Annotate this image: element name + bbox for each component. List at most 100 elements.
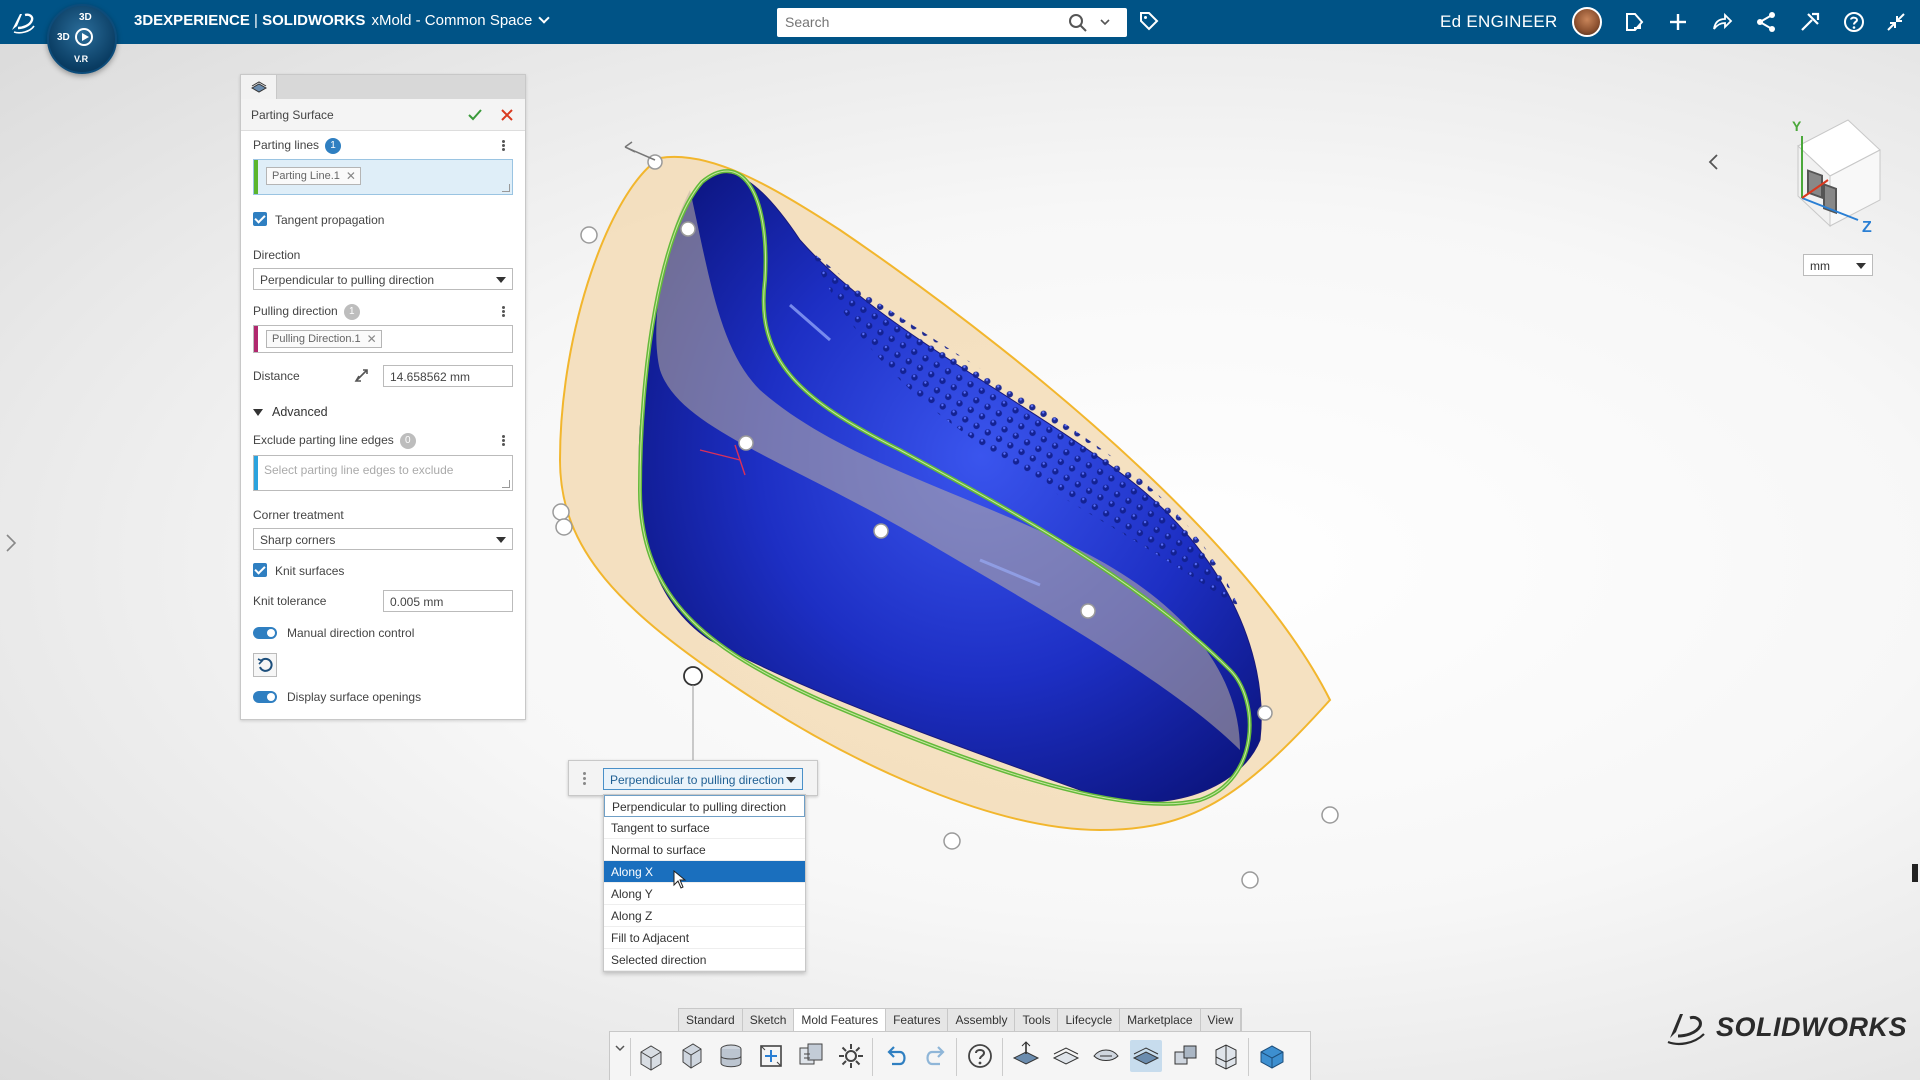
- chevron-down-icon[interactable]: [538, 12, 551, 24]
- manual-direction-toggle[interactable]: [253, 627, 277, 639]
- compass-widget[interactable]: 3D 3D V.R: [47, 4, 117, 74]
- tab-standard[interactable]: Standard: [679, 1009, 743, 1032]
- core-icon[interactable]: [1170, 1040, 1202, 1072]
- tab-assembly[interactable]: Assembly: [948, 1009, 1016, 1032]
- flip-direction-icon[interactable]: [353, 367, 371, 385]
- parting-lines-selection-box[interactable]: Parting Line.1 ✕: [253, 159, 513, 195]
- handle[interactable]: [738, 435, 754, 451]
- cancel-close-icon[interactable]: [499, 107, 515, 123]
- knit-surfaces-checkbox[interactable]: [253, 563, 267, 577]
- mold-block-icon[interactable]: [1210, 1040, 1242, 1072]
- display-openings-toggle[interactable]: [253, 691, 277, 703]
- tab-mold-features[interactable]: Mold Features: [794, 1009, 887, 1032]
- handle[interactable]: [1257, 705, 1273, 721]
- knit-tolerance-input[interactable]: 0.005 mm: [383, 590, 513, 612]
- tab-view[interactable]: View: [1200, 1009, 1242, 1032]
- chevron-down-icon[interactable]: [1100, 17, 1110, 27]
- scroll-handle[interactable]: [1912, 864, 1918, 882]
- app-title[interactable]: 3DEXPERIENCE | SOLIDWORKS xMold - Common …: [134, 12, 551, 29]
- search-input[interactable]: [785, 12, 1055, 32]
- ok-check-icon[interactable]: [467, 107, 483, 123]
- exclude-edges-selection-box[interactable]: Select parting line edges to exclude: [253, 455, 513, 491]
- assembly-icon[interactable]: [795, 1040, 827, 1072]
- extrude-icon[interactable]: [675, 1040, 707, 1072]
- reset-direction-button[interactable]: [253, 653, 277, 677]
- user-name[interactable]: Ed ENGINEER: [1440, 12, 1558, 32]
- cylinder-stack-icon[interactable]: [715, 1040, 747, 1072]
- option-fill-adjacent[interactable]: Fill to Adjacent: [604, 927, 805, 949]
- molded-part-shape[interactable]: [638, 172, 1262, 803]
- expand-panel-icon[interactable]: [4, 532, 18, 554]
- panel-tab-feature[interactable]: [241, 75, 277, 99]
- context-direction-select[interactable]: Perpendicular to pulling direction: [603, 768, 803, 790]
- option-along-y[interactable]: Along Y: [604, 883, 805, 905]
- pulling-direction-chip[interactable]: Pulling Direction.1 ✕: [266, 330, 382, 348]
- parting-line-icon[interactable]: [1010, 1040, 1042, 1072]
- selected-handle[interactable]: [683, 666, 703, 686]
- share-network-icon[interactable]: [1754, 10, 1778, 34]
- handle[interactable]: [1241, 871, 1259, 889]
- collapse-triangle-icon[interactable]: [253, 409, 263, 416]
- parting-line-chip[interactable]: Parting Line.1 ✕: [266, 167, 361, 185]
- more-options-icon[interactable]: [500, 434, 506, 448]
- tab-tools[interactable]: Tools: [1015, 1009, 1059, 1032]
- handle[interactable]: [680, 221, 696, 237]
- avatar[interactable]: [1572, 7, 1602, 37]
- corner-treatment-select[interactable]: Sharp corners: [253, 528, 513, 550]
- tangent-propagation-checkbox[interactable]: [253, 212, 267, 226]
- part-icon[interactable]: [635, 1040, 667, 1072]
- more-options-icon[interactable]: [500, 139, 506, 153]
- shut-off-surface-icon[interactable]: [1050, 1040, 1082, 1072]
- tab-features[interactable]: Features: [886, 1009, 949, 1032]
- resize-grip-icon[interactable]: [502, 480, 510, 488]
- handle[interactable]: [943, 832, 961, 850]
- handle[interactable]: [1321, 806, 1339, 824]
- distance-input[interactable]: 14.658562 mm: [383, 365, 513, 387]
- option-perpendicular[interactable]: Perpendicular to pulling direction: [604, 795, 805, 817]
- more-options-icon[interactable]: [500, 305, 506, 319]
- remove-chip-icon[interactable]: ✕: [367, 331, 377, 347]
- share-arrow-icon[interactable]: [1710, 10, 1734, 34]
- option-along-x[interactable]: Along X: [604, 861, 805, 883]
- tag-icon[interactable]: [1138, 10, 1160, 32]
- chevron-left-icon[interactable]: [1706, 152, 1722, 172]
- parting-surface-icon[interactable]: [1130, 1040, 1162, 1072]
- option-normal[interactable]: Normal to surface: [604, 839, 805, 861]
- remove-chip-icon[interactable]: ✕: [346, 168, 356, 184]
- chevron-down-icon[interactable]: [614, 1042, 626, 1054]
- play-icon[interactable]: [75, 28, 93, 46]
- advanced-section-label[interactable]: Advanced: [272, 405, 328, 419]
- settings-gear-icon[interactable]: [835, 1040, 867, 1072]
- units-select[interactable]: mm: [1803, 254, 1873, 276]
- ds-logo-icon[interactable]: [8, 8, 38, 36]
- option-selected-direction[interactable]: Selected direction: [604, 949, 805, 971]
- redo-icon[interactable]: [920, 1040, 952, 1072]
- handle[interactable]: [580, 226, 598, 244]
- tab-marketplace[interactable]: Marketplace: [1120, 1009, 1201, 1032]
- option-along-z[interactable]: Along Z: [604, 905, 805, 927]
- undo-icon[interactable]: [880, 1040, 912, 1072]
- drag-grip-icon[interactable]: [583, 772, 587, 786]
- display-style-icon[interactable]: [1256, 1040, 1288, 1072]
- view-cube[interactable]: Y Z: [1768, 116, 1888, 246]
- collapse-icon[interactable]: [1884, 10, 1908, 34]
- drag-arrow-icon[interactable]: [624, 141, 656, 161]
- pulling-direction-selection-box[interactable]: Pulling Direction.1 ✕: [253, 325, 513, 353]
- handle[interactable]: [555, 518, 573, 536]
- help-icon[interactable]: [964, 1040, 996, 1072]
- help-icon[interactable]: [1842, 10, 1866, 34]
- share-tag-icon[interactable]: [1622, 10, 1646, 34]
- tools-icon[interactable]: [1798, 10, 1822, 34]
- handle[interactable]: [873, 523, 889, 539]
- search-box[interactable]: [777, 8, 1127, 37]
- handle[interactable]: [1080, 603, 1096, 619]
- direction-select[interactable]: Perpendicular to pulling direction: [253, 268, 513, 290]
- handle[interactable]: [552, 503, 570, 521]
- add-icon[interactable]: [1666, 10, 1690, 34]
- tab-sketch[interactable]: Sketch: [742, 1009, 795, 1032]
- option-tangent[interactable]: Tangent to surface: [604, 817, 805, 839]
- resize-grip-icon[interactable]: [502, 184, 510, 192]
- tab-lifecycle[interactable]: Lifecycle: [1058, 1009, 1121, 1032]
- reference-icon[interactable]: [755, 1040, 787, 1072]
- search-icon[interactable]: [1068, 13, 1088, 33]
